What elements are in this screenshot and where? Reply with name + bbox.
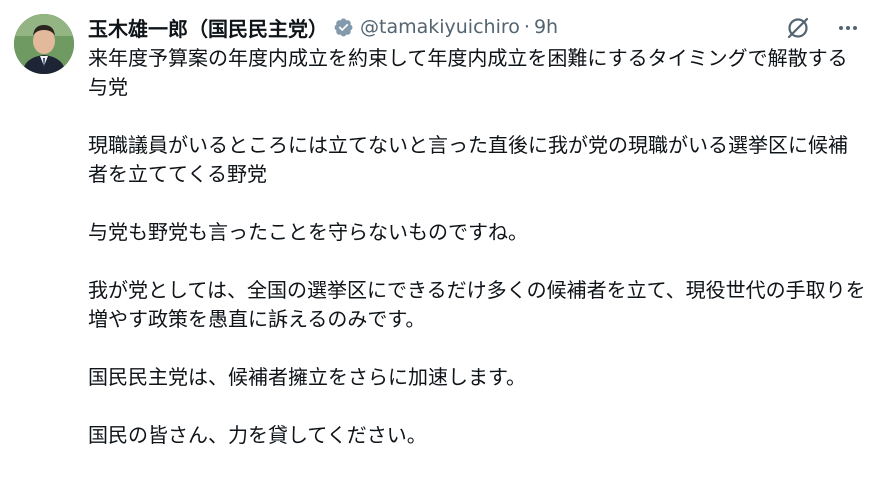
separator-dot: · <box>523 16 530 38</box>
tweet-paragraph: 来年度予算案の年度内成立を約束して年度内成立を困難にするタイミングで解散する与党 <box>88 46 848 99</box>
tweet-paragraph: 我が党としては、全国の選挙区にできるだけ多くの候補者を立て、現役世代の手取りを増… <box>88 278 866 331</box>
avatar-photo <box>14 14 74 74</box>
display-name[interactable]: 玉木雄一郎（国民民主党） <box>88 13 328 42</box>
tweet-paragraph: 国民の皆さん、力を貸してください。 <box>88 423 427 447</box>
tweet-paragraph: 国民民主党は、候補者擁立をさらに加速します。 <box>88 365 526 389</box>
timestamp[interactable]: 9h <box>534 16 558 38</box>
more-button[interactable] <box>834 14 862 42</box>
user-handle[interactable]: @tamakiyuichiro <box>360 16 520 38</box>
tweet-paragraph: 与党も野党も言ったことを守らないものですね。 <box>88 220 528 244</box>
verified-badge-icon <box>333 17 354 38</box>
avatar[interactable] <box>14 14 74 74</box>
tweet-header: 玉木雄一郎（国民民主党） @tamakiyuichiro · 9h <box>88 10 558 44</box>
tweet-card[interactable]: 玉木雄一郎（国民民主党） @tamakiyuichiro · 9h 来年度予算案… <box>0 0 880 477</box>
more-icon <box>839 26 857 30</box>
tweet-paragraph: 現職議員がいるところには立てないと言った直後に我が党の現職がいる選挙区に候補者を… <box>88 133 848 186</box>
tweet-text: 来年度予算案の年度内成立を約束して年度内成立を困難にするタイミングで解散する与党… <box>88 44 866 479</box>
grok-button[interactable] <box>784 14 812 42</box>
tweet-actions <box>784 14 862 42</box>
grok-slash-icon <box>787 17 809 39</box>
